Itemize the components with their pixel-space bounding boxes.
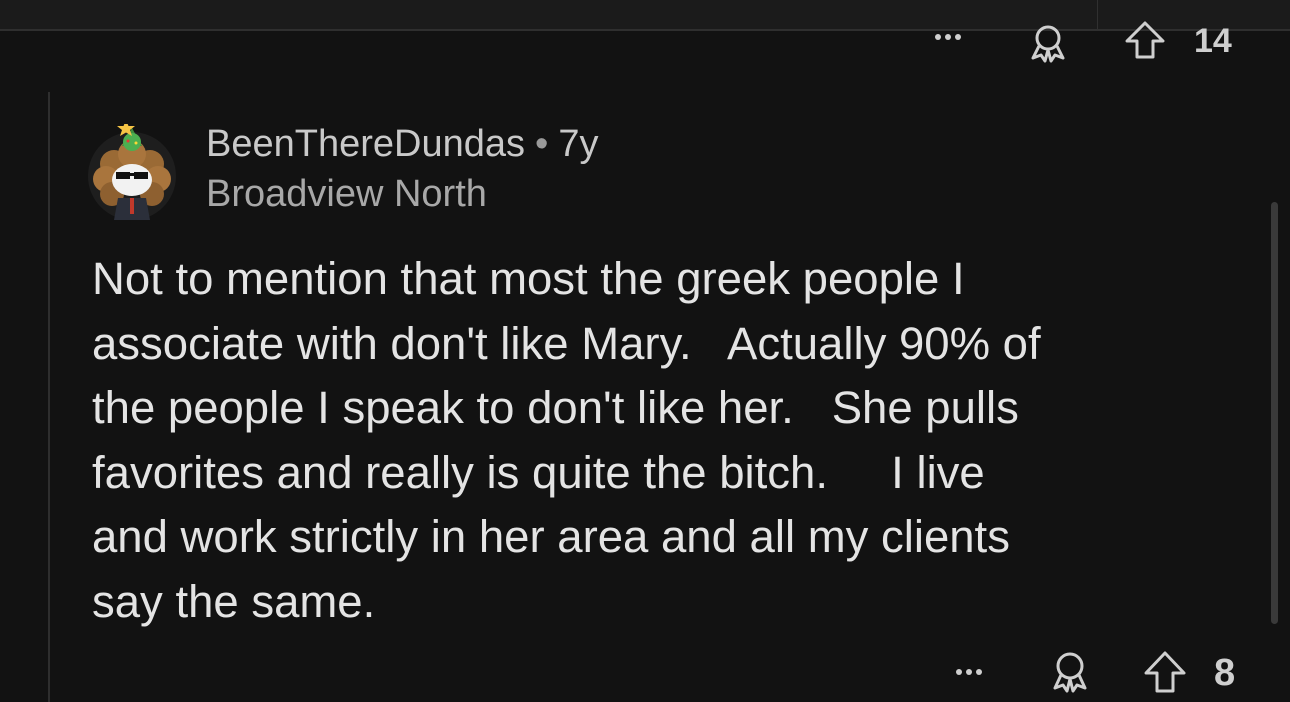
award-icon[interactable] xyxy=(1025,24,1071,64)
more-options-button[interactable] xyxy=(956,669,982,675)
username-link[interactable]: BeenThereDundas xyxy=(206,123,525,165)
upvote-arrow-icon[interactable] xyxy=(1122,20,1168,60)
award-icon[interactable] xyxy=(1047,650,1093,694)
snoo-avatar-icon[interactable] xyxy=(84,124,180,220)
thread-line[interactable] xyxy=(48,92,50,702)
upvote-count: 14 xyxy=(1194,22,1232,60)
scrollbar[interactable] xyxy=(1271,202,1278,624)
upvote-count: 8 xyxy=(1214,652,1236,694)
comment-age: 7y xyxy=(558,123,599,165)
dot xyxy=(945,34,951,40)
user-flair: Broadview North xyxy=(206,173,487,215)
comment-author-line: BeenThereDundas • 7y xyxy=(206,122,598,166)
separator-dot: • xyxy=(535,123,549,165)
comment-body: Not to mention that most the greek peopl… xyxy=(92,253,1041,627)
dot xyxy=(976,669,982,675)
more-options-button[interactable] xyxy=(935,34,961,40)
dot xyxy=(966,669,972,675)
dot xyxy=(935,34,941,40)
previous-comment-actions: 14 xyxy=(0,18,1290,64)
upvote-arrow-icon[interactable] xyxy=(1142,650,1188,694)
dot xyxy=(956,669,962,675)
comment-actions: 8 xyxy=(0,640,1290,700)
dot xyxy=(955,34,961,40)
